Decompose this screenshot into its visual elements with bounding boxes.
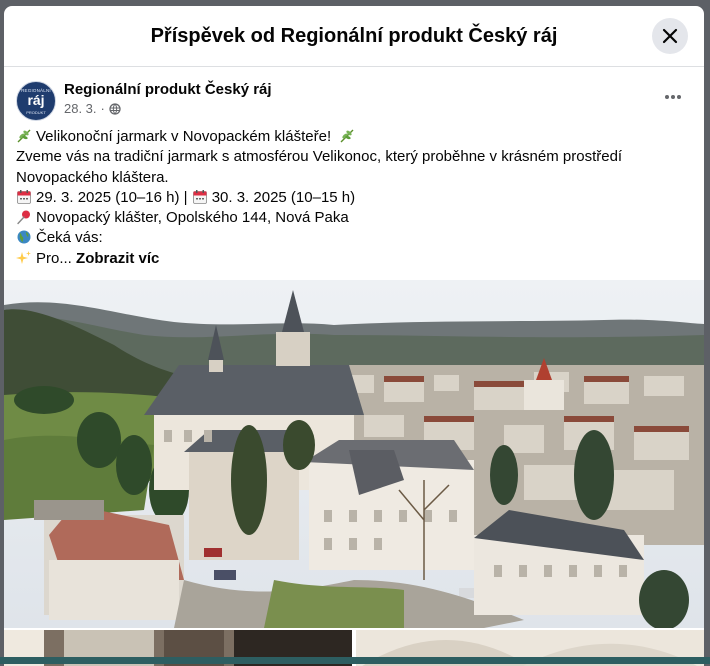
globe-emoji xyxy=(17,230,31,244)
herb-emoji xyxy=(17,129,31,143)
post-line: Pro... Zobrazit víc xyxy=(16,249,692,269)
post-line-7: Pro... xyxy=(36,249,72,267)
dialog-title: Příspěvek od Regionální produkt Český rá… xyxy=(150,24,558,47)
post-line-3: Novopackého kláštera. xyxy=(16,168,169,186)
post-line: Čeká vás: xyxy=(16,228,692,248)
post-photo-main[interactable] xyxy=(4,280,704,628)
bottom-strip xyxy=(0,657,710,664)
post-text: Velikonoční jarmark v Novopackém klášteř… xyxy=(4,123,704,269)
calendar-emoji xyxy=(192,189,207,204)
herb-emoji xyxy=(340,129,354,143)
see-more-link[interactable]: Zobrazit víc xyxy=(76,250,159,267)
post-header: REGIONÁLNÍ ráj PRODUKT Regionální produk… xyxy=(4,67,704,123)
close-icon xyxy=(662,28,678,44)
post-line-2: Zveme vás na tradiční jarmark s atmosfér… xyxy=(16,148,623,166)
post-author[interactable]: Regionální produkt Český ráj xyxy=(64,81,272,98)
globe-icon xyxy=(109,102,121,115)
dialog-header: Příspěvek od Regionální produkt Český rá… xyxy=(4,6,704,67)
post-line: Velikonoční jarmark v Novopackém klášteř… xyxy=(16,127,692,147)
avatar-logo-text: ráj xyxy=(27,92,45,108)
post-line-6: Čeká vás: xyxy=(36,229,103,247)
avatar[interactable]: REGIONÁLNÍ ráj PRODUKT xyxy=(16,81,56,121)
pushpin-emoji xyxy=(17,210,30,225)
event-location: Novopacký klášter, Opolského 144, Nová P… xyxy=(36,209,349,227)
event-date-1: 29. 3. 2025 (10–16 h) | xyxy=(36,188,188,206)
more-options-button[interactable] xyxy=(664,89,682,100)
avatar-bottom-text: PRODUKT xyxy=(26,110,46,115)
more-options-icon xyxy=(665,95,681,99)
post-line: 29. 3. 2025 (10–16 h) | 30. 3. 2025 (10–… xyxy=(16,188,692,208)
post-dialog: Příspěvek od Regionální produkt Český rá… xyxy=(4,6,704,666)
close-button[interactable] xyxy=(652,18,688,54)
post-line-1: Velikonoční jarmark v Novopackém klášteř… xyxy=(36,128,332,145)
calendar-emoji xyxy=(17,189,31,204)
post-line: Novopacký klášter, Opolského 144, Nová P… xyxy=(16,208,692,228)
sparkles-emoji xyxy=(16,250,31,264)
event-date-2: 30. 3. 2025 (10–15 h) xyxy=(211,188,356,206)
post-meta: 28. 3. · xyxy=(64,101,121,116)
post-date[interactable]: 28. 3. xyxy=(64,101,97,116)
